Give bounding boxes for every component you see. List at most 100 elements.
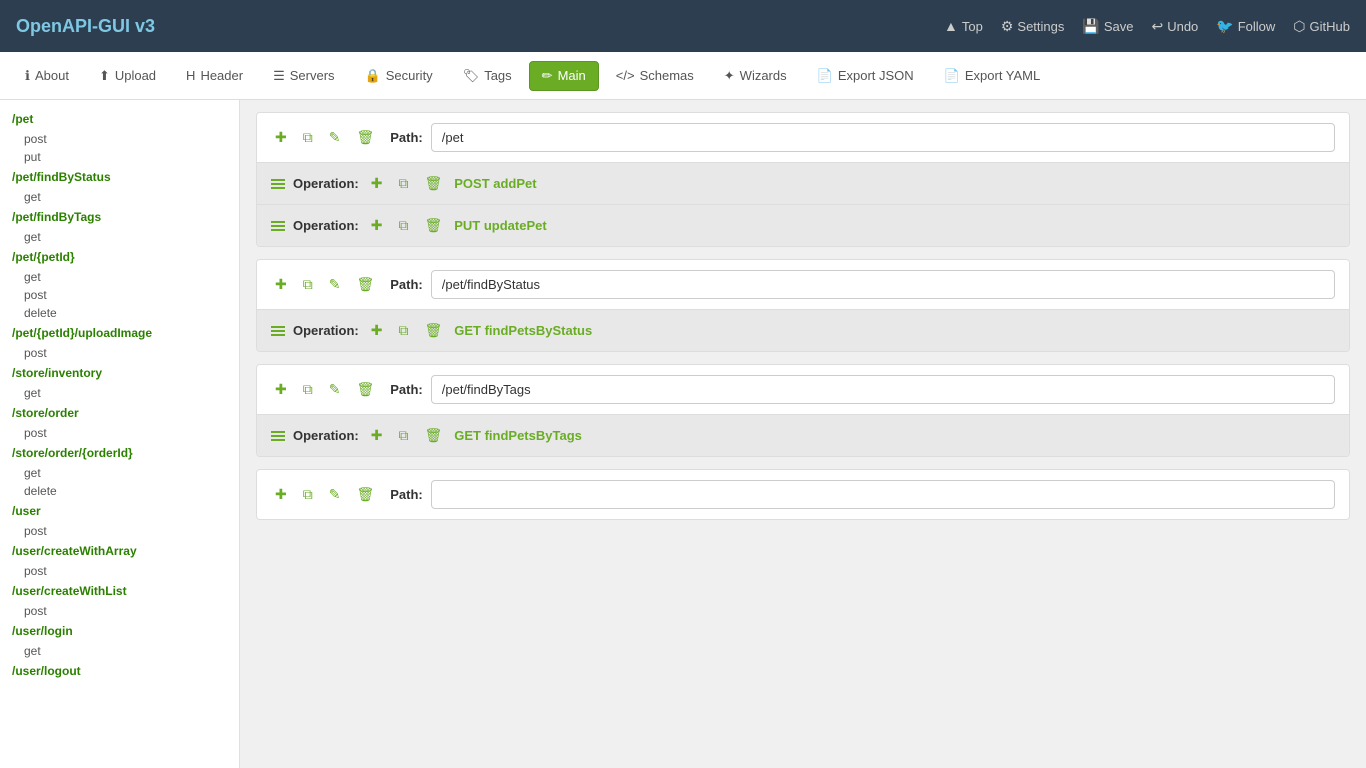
nav-upload[interactable]: ⬆ Upload xyxy=(86,61,169,91)
sidebar-path-createwitharray[interactable]: /user/createWithArray xyxy=(0,540,239,562)
sidebar-method-findbytags-get[interactable]: get xyxy=(0,228,239,246)
add-path-icon[interactable]: ✚ xyxy=(271,127,291,148)
nav-about[interactable]: ℹ About xyxy=(12,61,82,91)
sidebar-path-user-login[interactable]: /user/login xyxy=(0,620,239,642)
sidebar-path-createwithlist[interactable]: /user/createWithList xyxy=(0,580,239,602)
settings-label: Settings xyxy=(1017,19,1064,34)
edit-path-icon-3[interactable]: ✎ xyxy=(325,379,345,400)
copy-path-icon[interactable]: ⧉ xyxy=(299,127,317,148)
operation-name-post-addpet: POST addPet xyxy=(454,176,536,191)
nav-servers[interactable]: ☰ Servers xyxy=(260,61,347,91)
nav-schemas[interactable]: </> Schemas xyxy=(603,61,707,90)
copy-path-icon-2[interactable]: ⧉ xyxy=(299,274,317,295)
operation-label-3: Operation: xyxy=(293,323,359,338)
sidebar-method-orderid-delete[interactable]: delete xyxy=(0,482,239,500)
sidebar-method-user-post[interactable]: post xyxy=(0,522,239,540)
add-operation-icon-2[interactable]: ✚ xyxy=(367,215,387,236)
follow-action[interactable]: 🐦 Follow xyxy=(1216,18,1275,35)
sidebar-method-order-post[interactable]: post xyxy=(0,424,239,442)
sidebar-path-store-order[interactable]: /store/order xyxy=(0,402,239,424)
delete-path-icon-2[interactable]: 🗑 xyxy=(352,274,378,295)
delete-operation-icon-1[interactable]: 🗑 xyxy=(420,173,446,194)
sidebar-method-pet-post[interactable]: post xyxy=(0,130,239,148)
github-action[interactable]: ⬡ GitHub xyxy=(1293,18,1350,35)
copy-path-icon-4[interactable]: ⧉ xyxy=(299,484,317,505)
sidebar-method-orderid-get[interactable]: get xyxy=(0,464,239,482)
sidebar-path-uploadimage[interactable]: /pet/{petId}/uploadImage xyxy=(0,322,239,344)
add-operation-icon-4[interactable]: ✚ xyxy=(367,425,387,446)
sidebar-method-petid-get[interactable]: get xyxy=(0,268,239,286)
header-icon: H xyxy=(186,68,195,83)
path-input-3[interactable] xyxy=(431,375,1335,404)
nav-security-label: Security xyxy=(386,68,433,83)
sidebar-path-pet[interactable]: /pet xyxy=(0,108,239,130)
path-input-2[interactable] xyxy=(431,270,1335,299)
path-row-pet: ✚ ⧉ ✎ 🗑 Path: xyxy=(257,113,1349,162)
delete-operation-icon-3[interactable]: 🗑 xyxy=(420,320,446,341)
copy-path-icon-3[interactable]: ⧉ xyxy=(299,379,317,400)
operation-label-4: Operation: xyxy=(293,428,359,443)
nav-wizards[interactable]: ✦ Wizards xyxy=(711,61,800,91)
edit-path-icon-4[interactable]: ✎ xyxy=(325,484,345,505)
export-json-icon: 📄 xyxy=(817,68,833,84)
sidebar-method-petid-post[interactable]: post xyxy=(0,286,239,304)
nav-export-yaml[interactable]: 📄 Export YAML xyxy=(931,61,1054,91)
delete-path-icon-4[interactable]: 🗑 xyxy=(352,484,378,505)
delete-operation-icon-4[interactable]: 🗑 xyxy=(420,425,446,446)
upload-icon: ⬆ xyxy=(99,68,110,84)
add-path-icon-4[interactable]: ✚ xyxy=(271,484,291,505)
top-action[interactable]: ▲ Top xyxy=(944,18,983,34)
sidebar-method-inventory-get[interactable]: get xyxy=(0,384,239,402)
settings-action[interactable]: ⚙ Settings xyxy=(1001,18,1065,35)
nav-tags[interactable]: 🏷 Tags xyxy=(450,61,525,91)
copy-operation-icon-1[interactable]: ⧉ xyxy=(394,173,412,194)
save-label: Save xyxy=(1104,19,1134,34)
nav-main[interactable]: ✏ Main xyxy=(529,61,599,91)
sidebar-path-orderid[interactable]: /store/order/{orderId} xyxy=(0,442,239,464)
nav-export-json[interactable]: 📄 Export JSON xyxy=(804,61,927,91)
copy-operation-icon-2[interactable]: ⧉ xyxy=(394,215,412,236)
edit-path-icon[interactable]: ✎ xyxy=(325,127,345,148)
main-layout: /pet post put /pet/findByStatus get /pet… xyxy=(0,100,1366,768)
sidebar-method-petid-delete[interactable]: delete xyxy=(0,304,239,322)
wizards-icon: ✦ xyxy=(724,68,735,84)
nav-tags-label: Tags xyxy=(484,68,511,83)
delete-path-icon[interactable]: 🗑 xyxy=(352,127,378,148)
sidebar-method-uploadimage-post[interactable]: post xyxy=(0,344,239,362)
sidebar-path-user[interactable]: /user xyxy=(0,500,239,522)
add-path-icon-3[interactable]: ✚ xyxy=(271,379,291,400)
copy-operation-icon-3[interactable]: ⧉ xyxy=(394,320,412,341)
app-title: OpenAPI-GUI v3 xyxy=(16,16,944,37)
settings-icon: ⚙ xyxy=(1001,18,1014,35)
sidebar-method-findbystatus-get[interactable]: get xyxy=(0,188,239,206)
sidebar-method-createwitharray-post[interactable]: post xyxy=(0,562,239,580)
nav-security[interactable]: 🔒 Security xyxy=(352,61,446,91)
operation-menu-icon-4[interactable] xyxy=(271,431,285,441)
path-input-1[interactable] xyxy=(431,123,1335,152)
path-block-partial: ✚ ⧉ ✎ 🗑 Path: xyxy=(256,469,1350,520)
delete-operation-icon-2[interactable]: 🗑 xyxy=(420,215,446,236)
sidebar-path-user-logout[interactable]: /user/logout xyxy=(0,660,239,682)
sidebar-path-findbystatus[interactable]: /pet/findByStatus xyxy=(0,166,239,188)
sidebar-method-login-get[interactable]: get xyxy=(0,642,239,660)
sidebar-method-createwithlist-post[interactable]: post xyxy=(0,602,239,620)
sidebar-path-petid[interactable]: /pet/{petId} xyxy=(0,246,239,268)
sidebar-method-pet-put[interactable]: put xyxy=(0,148,239,166)
add-path-icon-2[interactable]: ✚ xyxy=(271,274,291,295)
operation-menu-icon-2[interactable] xyxy=(271,221,285,231)
save-action[interactable]: 💾 Save xyxy=(1082,18,1133,35)
sidebar-path-findbytags[interactable]: /pet/findByTags xyxy=(0,206,239,228)
path-input-4[interactable] xyxy=(431,480,1335,509)
copy-operation-icon-4[interactable]: ⧉ xyxy=(394,425,412,446)
undo-action[interactable]: ↩ Undo xyxy=(1151,18,1198,35)
nav-header[interactable]: H Header xyxy=(173,61,256,90)
follow-label: Follow xyxy=(1238,19,1276,34)
operation-menu-icon-3[interactable] xyxy=(271,326,285,336)
sidebar-path-store-inventory[interactable]: /store/inventory xyxy=(0,362,239,384)
operation-name-get-findbytags: GET findPetsByTags xyxy=(454,428,582,443)
operation-menu-icon-1[interactable] xyxy=(271,179,285,189)
add-operation-icon-1[interactable]: ✚ xyxy=(367,173,387,194)
edit-path-icon-2[interactable]: ✎ xyxy=(325,274,345,295)
add-operation-icon-3[interactable]: ✚ xyxy=(367,320,387,341)
delete-path-icon-3[interactable]: 🗑 xyxy=(352,379,378,400)
